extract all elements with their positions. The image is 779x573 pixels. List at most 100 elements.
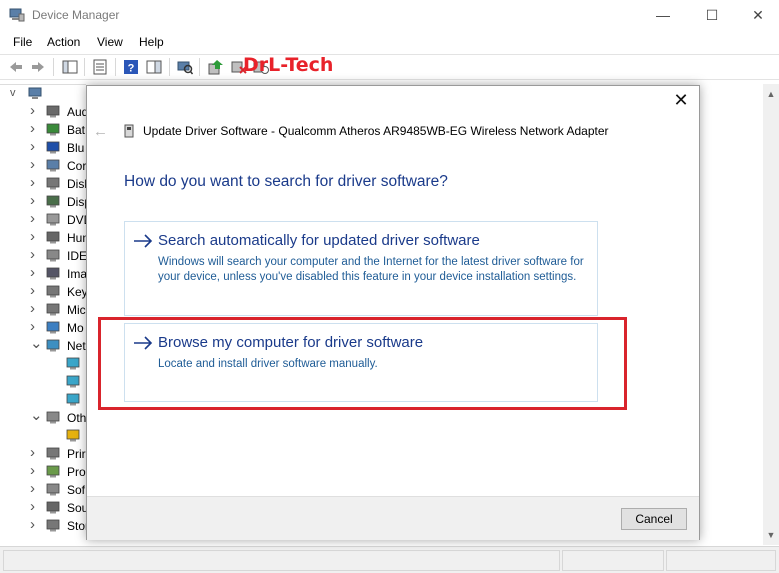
option-description: Locate and install driver software manua… xyxy=(158,358,378,370)
tree-item[interactable] xyxy=(0,427,86,445)
tree-item[interactable]: › Disl xyxy=(0,174,86,193)
chevron-right-icon[interactable]: › xyxy=(30,498,40,515)
tree-item[interactable]: › Blu xyxy=(0,138,86,157)
tree-item[interactable]: › Storage controllers xyxy=(0,516,86,535)
chevron-right-icon[interactable]: › xyxy=(30,210,40,227)
tree-item-label: DVD xyxy=(67,213,86,227)
maximize-button[interactable]: ☐ xyxy=(689,0,735,31)
tree-item[interactable] xyxy=(0,355,86,373)
toolbar-separator xyxy=(199,58,200,76)
tree-item[interactable]: › DVD xyxy=(0,210,86,229)
tree-item-label: Aud xyxy=(67,105,86,119)
dialog-footer: Cancel xyxy=(87,496,699,540)
status-pane-main xyxy=(3,550,560,571)
scroll-down-arrow[interactable]: ▼ xyxy=(763,527,779,543)
tree-item[interactable]: › Disp xyxy=(0,192,86,211)
toolbar: ? xyxy=(0,54,779,80)
chevron-right-icon[interactable]: › xyxy=(30,444,40,461)
search-automatically-option[interactable]: Search automatically for updated driver … xyxy=(124,221,598,316)
show-hide-console-tree-icon[interactable] xyxy=(62,59,78,75)
arrow-right-icon xyxy=(134,234,153,248)
ide-icon xyxy=(46,249,60,262)
status-pane-3 xyxy=(666,550,776,571)
chevron-right-icon[interactable]: › xyxy=(30,102,40,119)
chevron-right-icon[interactable]: › xyxy=(30,516,40,533)
update-driver-icon[interactable] xyxy=(208,59,224,75)
properties-icon[interactable] xyxy=(92,59,108,75)
tree-item[interactable]: ⌄ Net xyxy=(0,334,86,355)
tree-item[interactable]: › Bat xyxy=(0,120,86,139)
chevron-right-icon[interactable]: › xyxy=(30,156,40,173)
scan-hardware-icon[interactable] xyxy=(177,59,193,75)
cancel-button[interactable]: Cancel xyxy=(621,508,687,530)
chevron-right-icon[interactable]: › xyxy=(30,120,40,137)
processor-icon xyxy=(46,465,60,478)
toolbar-separator xyxy=(53,58,54,76)
tree-item[interactable]: › Cor xyxy=(0,156,86,175)
network-adapter-icon xyxy=(46,339,60,352)
tree-item[interactable]: › Pro xyxy=(0,462,86,481)
close-window-button[interactable]: ✕ xyxy=(735,0,779,31)
title-bar: Device Manager — ☐ ✕ xyxy=(0,0,779,31)
imaging-icon xyxy=(46,267,60,280)
chevron-right-icon[interactable]: › xyxy=(30,300,40,317)
menu-action[interactable]: Action xyxy=(47,35,80,49)
chevron-right-icon[interactable]: › xyxy=(30,282,40,299)
tree-item[interactable]: › Ima xyxy=(0,264,86,283)
tree-item-label: Cor xyxy=(67,159,86,173)
minimize-button[interactable]: — xyxy=(640,0,686,31)
chevron-right-icon[interactable]: › xyxy=(30,318,40,335)
dialog-close-button[interactable]: ✕ xyxy=(671,90,691,112)
menu-view[interactable]: View xyxy=(97,35,123,49)
tree-item[interactable]: › Prir xyxy=(0,444,86,463)
browse-computer-option[interactable]: Browse my computer for driver software L… xyxy=(124,323,598,402)
chevron-right-icon[interactable]: › xyxy=(30,192,40,209)
scroll-up-arrow[interactable]: ▲ xyxy=(763,86,779,102)
menu-help[interactable]: Help xyxy=(139,35,164,49)
tree-item-label: IDE xyxy=(67,249,86,263)
window-title: Device Manager xyxy=(32,8,120,22)
tree-item[interactable]: ⌄ Oth xyxy=(0,406,86,427)
chevron-down-icon[interactable]: v xyxy=(10,87,20,99)
tree-item-label: Storage controllers xyxy=(67,519,86,533)
vertical-scrollbar[interactable]: ▲ ▼ xyxy=(763,84,779,545)
chevron-right-icon[interactable]: › xyxy=(30,480,40,497)
tree-item[interactable] xyxy=(0,373,86,391)
storage-icon xyxy=(46,519,60,532)
audio-icon xyxy=(46,105,60,118)
tree-item-label: Oth xyxy=(67,411,86,425)
tree-item[interactable]: › Mic xyxy=(0,300,86,319)
chevron-right-icon[interactable]: › xyxy=(30,264,40,281)
tree-item[interactable]: › Key xyxy=(0,282,86,301)
menu-file[interactable]: File xyxy=(13,35,32,49)
device-tree: v › Aud › Bat › Blu › Cor › Disl › Disp › DVD › Hun › IDE… xyxy=(0,84,86,545)
chevron-right-icon[interactable]: › xyxy=(30,138,40,155)
chevron-right-icon[interactable]: › xyxy=(30,174,40,191)
tree-item[interactable]: › IDE xyxy=(0,246,86,265)
tree-item-label: Sof xyxy=(67,483,86,497)
tree-item[interactable]: › Sou xyxy=(0,498,86,517)
tree-root[interactable]: v xyxy=(0,85,86,103)
network-device-icon xyxy=(66,357,80,370)
forward-icon[interactable] xyxy=(30,59,46,75)
dialog-back-button[interactable]: ← xyxy=(93,123,109,140)
disk-drive-icon xyxy=(46,177,60,190)
chevron-down-icon[interactable]: ⌄ xyxy=(30,406,43,424)
tree-item[interactable]: › Hun xyxy=(0,228,86,247)
chevron-right-icon[interactable]: › xyxy=(30,246,40,263)
back-icon[interactable] xyxy=(8,59,24,75)
mouse-icon xyxy=(46,303,60,316)
action-pane-icon[interactable] xyxy=(146,59,162,75)
chevron-right-icon[interactable]: › xyxy=(30,228,40,245)
computer-icon xyxy=(28,87,42,99)
tree-item[interactable]: › Mo xyxy=(0,318,86,337)
help-icon[interactable]: ? xyxy=(123,59,139,75)
chevron-down-icon[interactable]: ⌄ xyxy=(30,334,43,352)
keyboard-icon xyxy=(46,285,60,298)
tree-item[interactable] xyxy=(0,391,86,409)
chevron-right-icon[interactable]: › xyxy=(30,462,40,479)
warning-device-icon xyxy=(66,429,80,442)
computer-icon xyxy=(46,159,60,172)
tree-item[interactable]: › Aud xyxy=(0,102,86,121)
tree-item[interactable]: › Sof xyxy=(0,480,86,499)
